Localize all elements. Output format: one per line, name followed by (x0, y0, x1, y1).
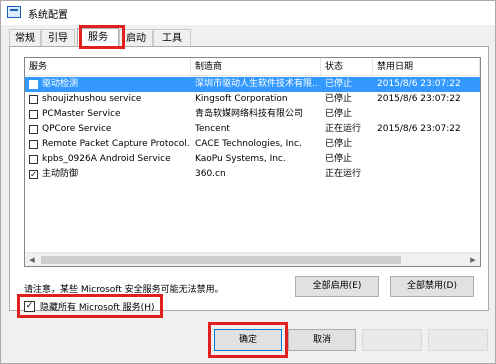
table-row[interactable]: PCMaster Service 青岛软媒网络科技有限公司 已停止 (25, 107, 480, 122)
title-bar: 系统配置 (1, 1, 495, 25)
tab-boot[interactable]: 引导 (41, 29, 75, 47)
table-row[interactable]: 驱动检测 深圳市驱动人生软件技术有限... 已停止 2015/8/6 23:07… (25, 77, 480, 92)
list-header: 服务 制造商 状态 禁用日期 (25, 58, 480, 76)
service-name: 主动防御 (42, 169, 79, 179)
cancel-button[interactable]: 取消 (288, 329, 356, 351)
service-status: 正在运行 (325, 169, 362, 179)
service-status: 已停止 (325, 154, 353, 164)
tab-tools[interactable]: 工具 (153, 29, 191, 47)
table-row[interactable]: QPCore Service Tencent 正在运行 2015/8/6 23:… (25, 122, 480, 137)
system-config-window: 系统配置 常规 引导 服务 启动 工具 服务 制造商 状态 禁用日期 驱动检测 … (0, 0, 496, 364)
row-checkbox[interactable] (29, 125, 38, 134)
ok-highlight-box (208, 322, 288, 358)
disable-all-button[interactable]: 全部禁用(D) (390, 276, 474, 297)
tab-general[interactable]: 常规 (9, 29, 41, 47)
row-checkbox[interactable] (29, 80, 38, 89)
table-row[interactable]: kpbs_0926A Android Service KaoPu Systems… (25, 152, 480, 167)
service-disabled-date: 2015/8/6 23:07:22 (377, 124, 461, 134)
table-row[interactable]: Remote Packet Capture Protocol... CACE T… (25, 137, 480, 152)
row-checkbox[interactable] (29, 110, 38, 119)
service-name: QPCore Service (42, 124, 112, 134)
checkbox-highlight-box (17, 294, 163, 318)
tab-highlight-box (79, 25, 125, 49)
row-checkbox[interactable] (29, 155, 38, 164)
service-name: 驱动检测 (42, 79, 79, 89)
service-status: 已停止 (325, 109, 353, 119)
row-checkbox[interactable] (29, 95, 38, 104)
service-name: PCMaster Service (42, 109, 121, 119)
service-disabled-date (377, 167, 479, 182)
service-status: 已停止 (325, 139, 353, 149)
service-disabled-date (377, 107, 479, 122)
scroll-left-icon[interactable]: ◀ (25, 253, 39, 266)
column-header-status[interactable]: 状态 (321, 58, 373, 76)
table-row[interactable]: ✓ 主动防御 360.cn 正在运行 (25, 167, 480, 182)
services-panel: 服务 制造商 状态 禁用日期 驱动检测 深圳市驱动人生软件技术有限... 已停止… (9, 46, 489, 313)
column-header-disabled-date[interactable]: 禁用日期 (373, 58, 480, 76)
column-header-service[interactable]: 服务 (25, 58, 191, 76)
service-status: 已停止 (325, 79, 353, 89)
msconfig-icon (7, 6, 21, 18)
apply-button[interactable] (362, 329, 422, 351)
service-manufacturer: KaoPu Systems, Inc. (195, 154, 286, 164)
scroll-thumb[interactable] (41, 256, 401, 264)
service-disabled-date: 2015/8/6 23:07:22 (377, 94, 461, 104)
service-manufacturer: Kingsoft Corporation (195, 94, 288, 104)
service-disabled-date (377, 137, 479, 152)
service-manufacturer: CACE Technologies, Inc. (195, 139, 302, 149)
service-status: 正在运行 (325, 124, 362, 134)
service-manufacturer: 深圳市驱动人生软件技术有限... (195, 79, 319, 89)
service-name: Remote Packet Capture Protocol... (42, 139, 190, 149)
service-disabled-date: 2015/8/6 23:07:22 (377, 79, 461, 89)
horizontal-scrollbar[interactable]: ◀ ▶ (25, 252, 480, 266)
row-checkbox[interactable] (29, 140, 38, 149)
service-manufacturer: 360.cn (195, 169, 226, 179)
scroll-right-icon[interactable]: ▶ (466, 253, 480, 266)
table-row[interactable]: shoujizhushou service Kingsoft Corporati… (25, 92, 480, 107)
services-list[interactable]: 服务 制造商 状态 禁用日期 驱动检测 深圳市驱动人生软件技术有限... 已停止… (24, 57, 481, 267)
service-status: 已停止 (325, 94, 353, 104)
service-disabled-date (377, 152, 479, 167)
help-button[interactable] (428, 329, 488, 351)
service-name: shoujizhushou service (42, 94, 142, 104)
window-title: 系统配置 (28, 10, 68, 21)
service-manufacturer: 青岛软媒网络科技有限公司 (195, 109, 304, 119)
service-name: kpbs_0926A Android Service (42, 154, 171, 164)
column-header-manufacturer[interactable]: 制造商 (191, 58, 321, 76)
row-checkbox[interactable]: ✓ (29, 170, 38, 179)
service-manufacturer: Tencent (195, 124, 230, 134)
enable-all-button[interactable]: 全部启用(E) (295, 276, 379, 297)
